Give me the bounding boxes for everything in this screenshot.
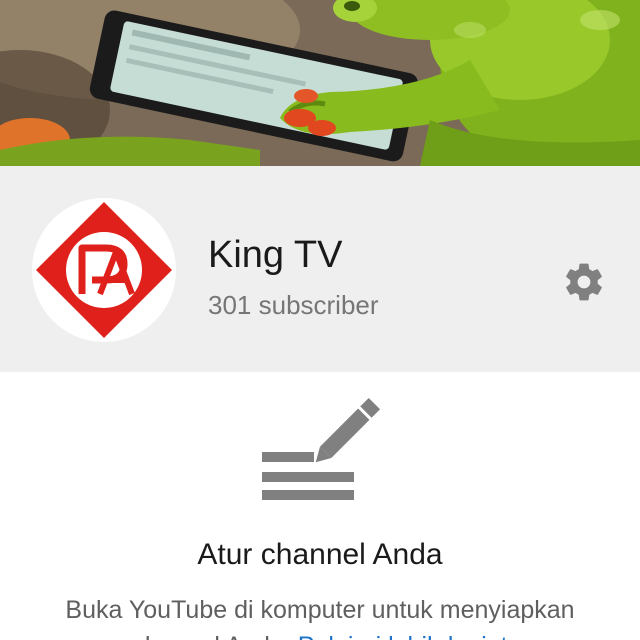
setup-channel-section: Atur channel Anda Buka YouTube di komput… bbox=[0, 372, 640, 640]
setup-description: Buka YouTube di komputer untuk menyiapka… bbox=[20, 592, 620, 640]
channel-name: King TV bbox=[208, 234, 343, 276]
setup-title: Atur channel Anda bbox=[197, 538, 443, 571]
frog-with-phone-photo bbox=[0, 0, 640, 166]
learn-more-link[interactable]: Pelajari lebih lanjut bbox=[298, 632, 508, 640]
setup-description-line1: Buka YouTube di komputer untuk menyiapka… bbox=[65, 596, 575, 624]
gear-icon bbox=[566, 263, 602, 301]
settings-button[interactable] bbox=[552, 250, 616, 314]
setup-description-line2: channel Anda. bbox=[132, 632, 290, 640]
edit-text-icon bbox=[262, 397, 381, 500]
channel-banner bbox=[0, 0, 640, 166]
channel-screen: King TV 301 subscriber Atur channel Anda… bbox=[0, 0, 640, 640]
channel-header: King TV 301 subscriber bbox=[0, 166, 640, 372]
subscriber-count: 301 subscriber bbox=[208, 290, 379, 320]
pa-logo bbox=[32, 198, 176, 342]
channel-avatar[interactable] bbox=[32, 198, 176, 342]
